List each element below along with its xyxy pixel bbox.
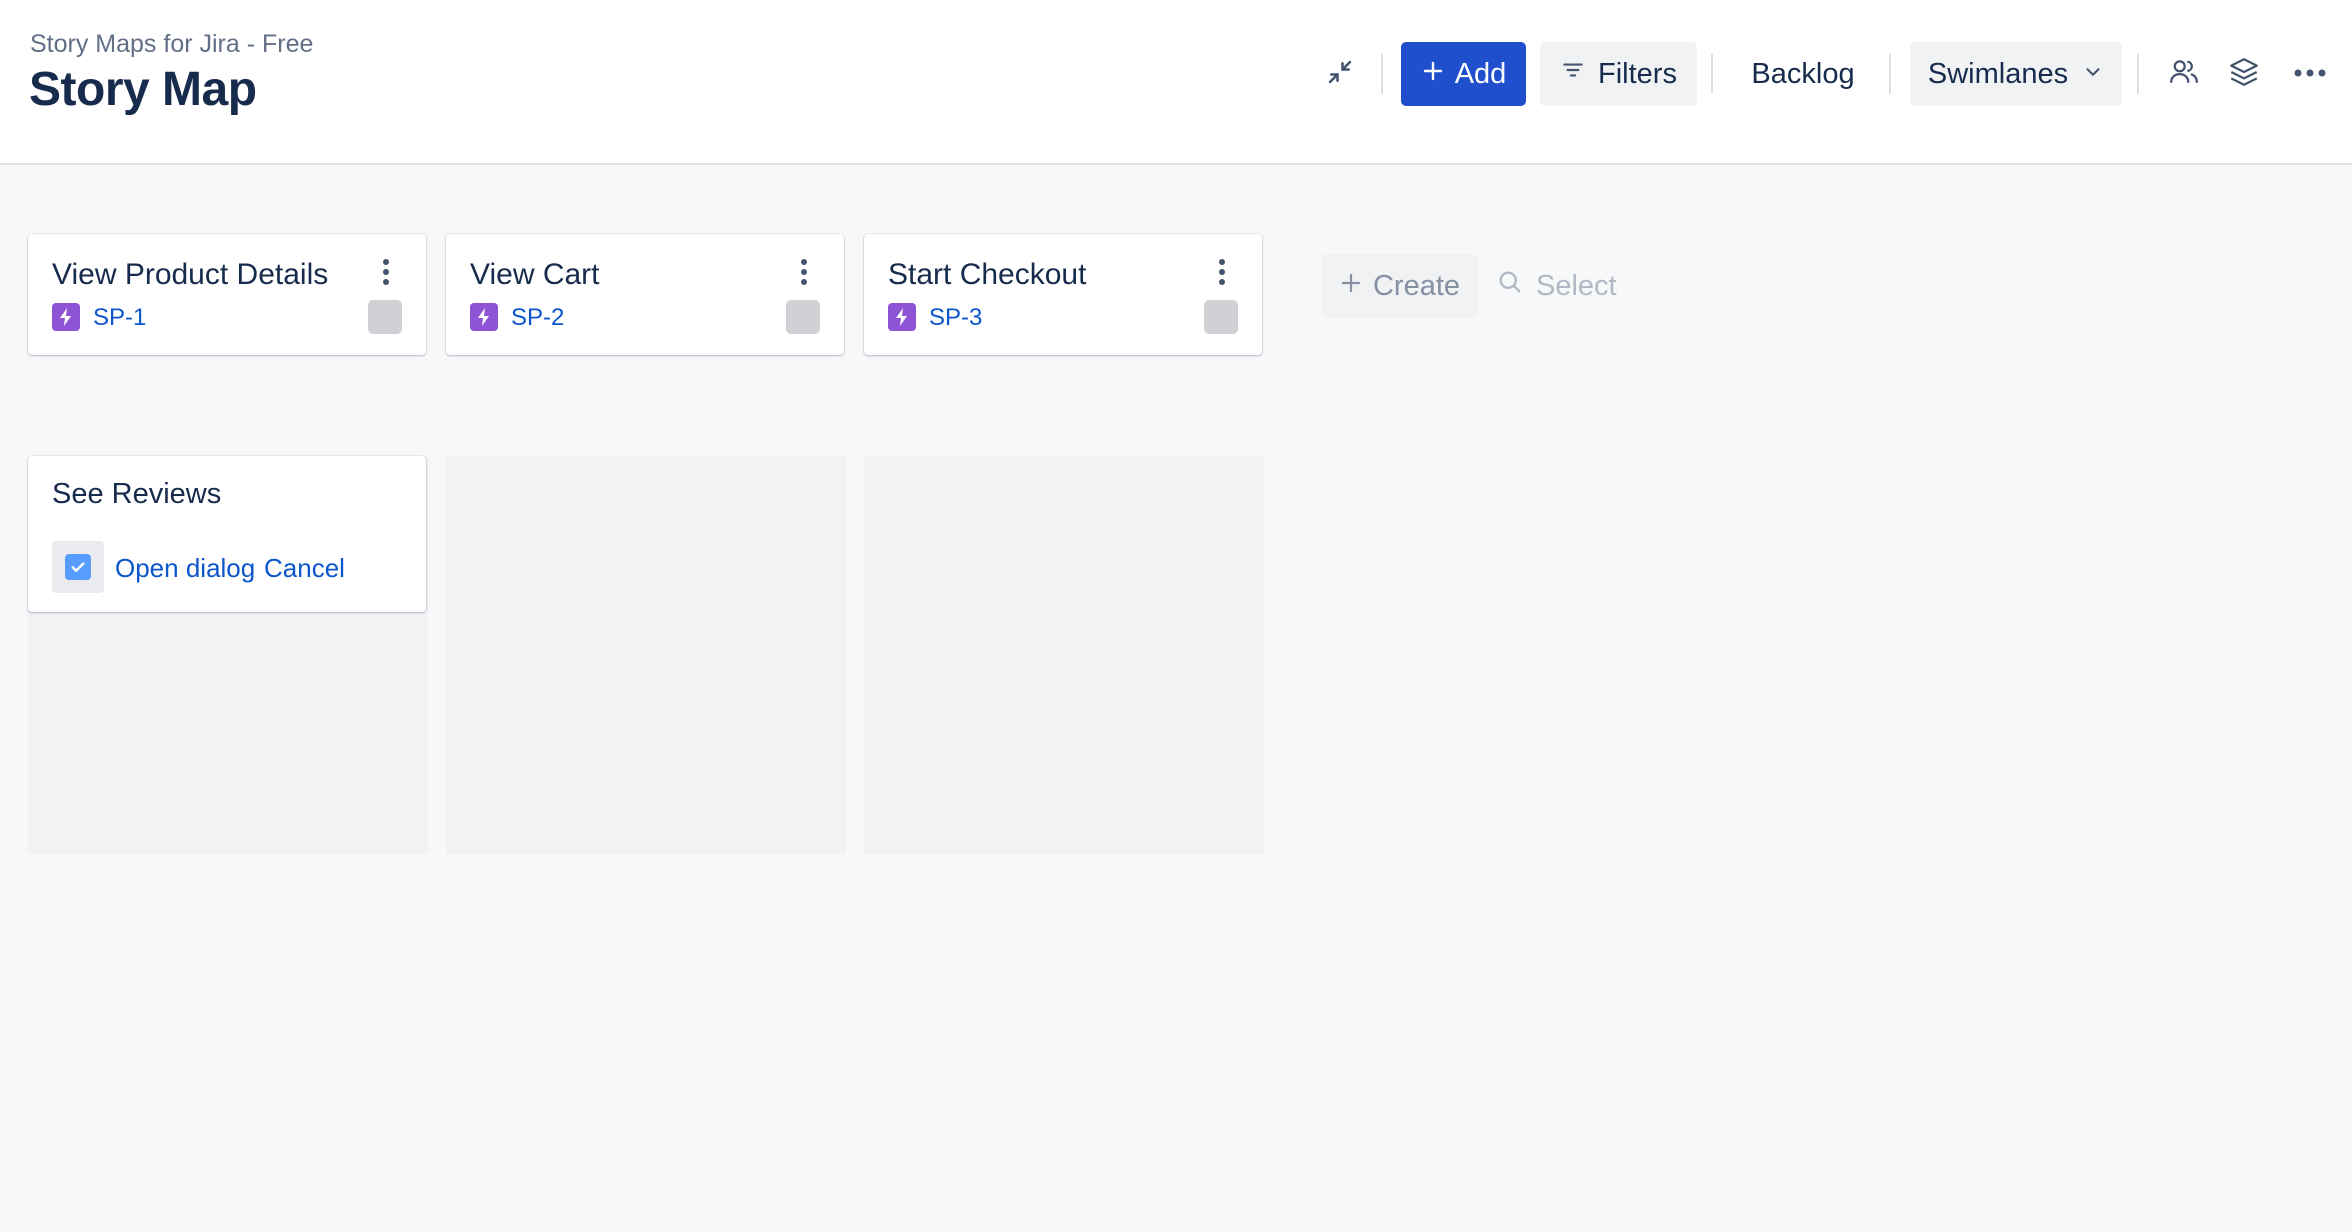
card-menu-button[interactable] (1210, 254, 1234, 294)
more-vertical-icon (800, 258, 808, 291)
epic-icon (470, 303, 498, 331)
story-column[interactable] (864, 456, 1264, 854)
card-menu-button[interactable] (374, 254, 398, 294)
epic-icon (52, 303, 80, 331)
collapse-button[interactable] (1312, 42, 1368, 106)
activity-title: View Product Details (52, 258, 329, 291)
epic-icon (888, 303, 916, 331)
filters-label: Filters (1598, 57, 1677, 90)
avatar[interactable] (1204, 300, 1238, 334)
select-label: Select (1536, 269, 1617, 302)
plus-icon (1421, 58, 1445, 91)
people-icon (2167, 55, 2201, 94)
issue-key-link[interactable]: SP-2 (511, 304, 564, 332)
swimlanes-label: Swimlanes (1927, 57, 2069, 90)
chevron-down-icon (2082, 58, 2104, 91)
page-title: Story Map (29, 63, 257, 116)
layers-icon (2227, 55, 2261, 94)
create-activity-button[interactable]: Create (1321, 254, 1478, 318)
search-icon (1496, 268, 1524, 304)
filter-icon (1560, 57, 1586, 91)
toolbar-divider (1889, 54, 1891, 94)
swimlanes-dropdown[interactable]: Swimlanes (1910, 42, 2122, 106)
collapse-icon (1325, 57, 1355, 92)
toolbar-divider (2137, 54, 2139, 94)
create-label: Create (1372, 269, 1461, 302)
add-button[interactable]: Add (1401, 42, 1526, 106)
layers-button[interactable] (2220, 42, 2268, 106)
cancel-link[interactable]: Cancel (264, 553, 345, 584)
toolbar-divider (1381, 54, 1383, 94)
avatar[interactable] (786, 300, 820, 334)
avatar[interactable] (368, 300, 402, 334)
done-checkbox[interactable] (52, 541, 104, 593)
issue-key-link[interactable]: SP-1 (93, 304, 146, 332)
backlog-button[interactable]: Backlog (1733, 42, 1873, 106)
check-icon (65, 554, 91, 580)
more-button[interactable] (2282, 42, 2338, 106)
select-issue-button[interactable]: Select (1496, 254, 1634, 318)
story-card[interactable]: See Reviews Open dialog Cancel (28, 456, 426, 612)
people-button[interactable] (2160, 42, 2208, 106)
toolbar-divider (1711, 54, 1713, 94)
activity-title: View Cart (470, 258, 600, 291)
activity-title: Start Checkout (888, 258, 1087, 291)
more-vertical-icon (1218, 258, 1226, 291)
more-horizontal-icon (2293, 65, 2327, 83)
story-column[interactable] (446, 456, 846, 854)
activity-card[interactable]: View Product Details SP-1 (28, 234, 426, 355)
backlog-label: Backlog (1751, 57, 1855, 90)
filters-button[interactable]: Filters (1540, 42, 1697, 106)
plus-icon (1339, 270, 1363, 303)
story-title: See Reviews (52, 478, 222, 510)
more-vertical-icon (382, 258, 390, 291)
open-dialog-link[interactable]: Open dialog (115, 553, 255, 584)
app-name: Story Maps for Jira - Free (30, 30, 314, 58)
card-menu-button[interactable] (792, 254, 816, 294)
activity-card[interactable]: Start Checkout SP-3 (864, 234, 1262, 355)
header: Story Maps for Jira - Free Story Map Add… (0, 0, 2352, 165)
add-label: Add (1454, 57, 1507, 90)
activity-card[interactable]: View Cart SP-2 (446, 234, 844, 355)
issue-key-link[interactable]: SP-3 (929, 304, 982, 332)
